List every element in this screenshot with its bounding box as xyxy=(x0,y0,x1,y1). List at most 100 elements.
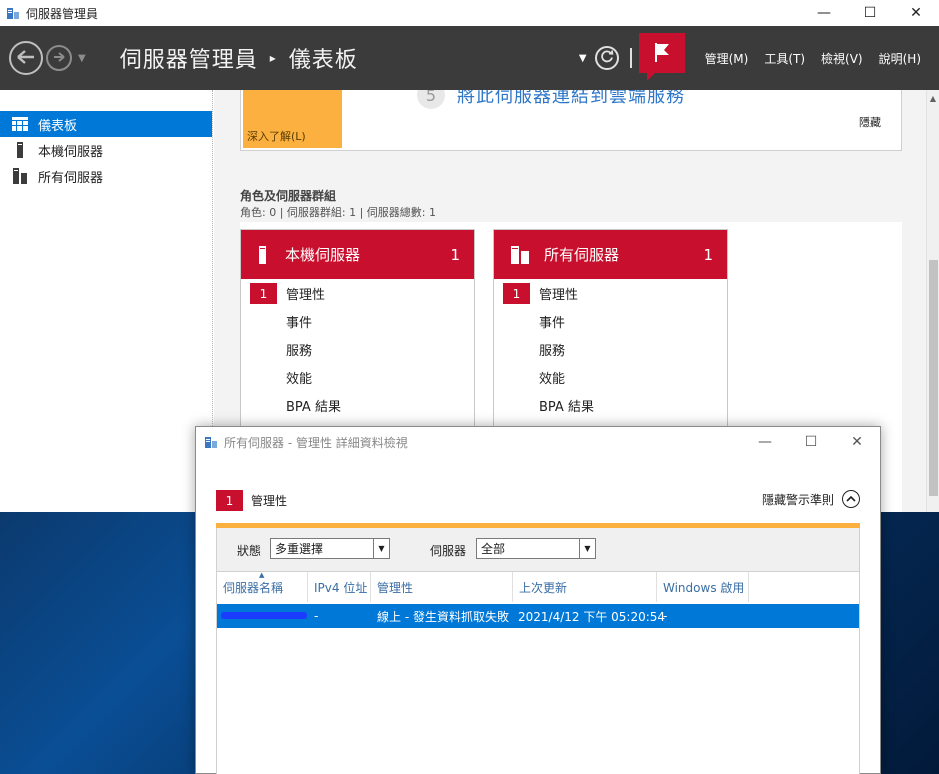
forward-button[interactable] xyxy=(46,45,72,71)
learn-more-tile[interactable]: 深入了解(L) xyxy=(243,90,342,148)
server-filter-select[interactable]: 全部 ▼ xyxy=(476,538,596,559)
window-title: 伺服器管理員 xyxy=(26,6,99,21)
chevron-up-icon[interactable] xyxy=(842,490,860,508)
redacted-server-name xyxy=(221,612,307,619)
dropdown-arrow-icon: ▼ xyxy=(373,539,389,558)
header-dropdown-icon[interactable]: ▼ xyxy=(579,53,587,64)
column-label: IPv4 位址 xyxy=(314,580,368,595)
status-filter-label: 狀態 xyxy=(237,544,262,558)
menu-view[interactable]: 檢視(V) xyxy=(821,50,863,67)
minimize-button[interactable]: — xyxy=(801,0,847,26)
status-filter-select[interactable]: 多重選擇 ▼ xyxy=(270,538,390,559)
alert-count-badge: 1 xyxy=(216,490,243,511)
sidebar: 儀表板 本機伺服器 所有伺服器 xyxy=(0,90,213,512)
card-row-services[interactable]: 服務 xyxy=(494,335,727,363)
server-icon xyxy=(12,142,28,158)
alert-count-badge: 1 xyxy=(250,283,277,304)
scrollbar-thumb[interactable] xyxy=(929,260,938,496)
table-row[interactable]: - 線上 - 發生資料抓取失敗 2021/4/12 下午 05:20:54 - xyxy=(217,604,859,628)
servers-icon xyxy=(12,168,28,184)
sidebar-item-local-server[interactable]: 本機伺服器 xyxy=(0,137,212,163)
column-header-windows-activation[interactable]: Windows 啟用 xyxy=(657,572,749,602)
flag-icon xyxy=(652,41,672,66)
cell-windows-activation: - xyxy=(663,609,668,623)
breadcrumb-separator-icon: ▸ xyxy=(269,51,277,65)
column-header-ipv4[interactable]: IPv4 位址 xyxy=(308,572,371,602)
column-label: 管理性 xyxy=(377,580,414,595)
filter-bar: 狀態 多重選擇 ▼ 伺服器 全部 ▼ xyxy=(216,528,860,571)
column-header-server-name[interactable]: ▲ 伺服器名稱 xyxy=(217,571,308,602)
menu-tools[interactable]: 工具(T) xyxy=(764,50,805,67)
hide-alert-criteria-toggle[interactable]: 隱藏警示準則 xyxy=(762,490,860,508)
cell-last-update: 2021/4/12 下午 05:20:54 xyxy=(518,609,666,624)
grid-header: ▲ 伺服器名稱 IPv4 位址 管理性 上次更新 Windows 啟用 xyxy=(217,571,859,602)
dialog-minimize-button[interactable]: — xyxy=(742,427,788,457)
notifications-button[interactable] xyxy=(638,33,685,81)
refresh-button[interactable] xyxy=(594,46,619,70)
roles-summary: 角色: 0 | 伺服器群組: 1 | 伺服器總數: 1 xyxy=(240,206,437,219)
column-label: 伺服器名稱 xyxy=(223,580,284,595)
card-title: 所有伺服器 xyxy=(544,246,620,264)
column-header-manageability[interactable]: 管理性 xyxy=(371,572,513,602)
dialog-maximize-button[interactable]: ☐ xyxy=(788,427,834,457)
welcome-tile: 深入了解(L) 5 將此伺服器連結到雲端服務 隱藏 xyxy=(240,90,902,151)
column-label: 上次更新 xyxy=(519,580,568,595)
connect-cloud-link[interactable]: 將此伺服器連結到雲端服務 xyxy=(457,90,685,108)
card-row-label: BPA 結果 xyxy=(539,399,594,415)
refresh-icon xyxy=(600,49,614,67)
back-button[interactable] xyxy=(9,41,43,75)
breadcrumb: 伺服器管理員 ▸ 儀表板 xyxy=(120,42,358,74)
all-servers-card[interactable]: 所有伺服器 1 1 管理性 事件 服務 效能 BPA 結果 xyxy=(493,229,728,429)
header-bar: ▼ 伺服器管理員 ▸ 儀表板 ▼ 管理(M) 工具(T) 檢視(V) 說明(H) xyxy=(0,26,939,90)
server-filter-value: 全部 xyxy=(481,542,506,556)
card-title: 本機伺服器 xyxy=(285,246,361,264)
roles-heading: 角色及伺服器群組 xyxy=(240,189,337,203)
scroll-up-icon[interactable]: ▲ xyxy=(927,90,939,107)
server-icon xyxy=(257,245,271,264)
card-row-events[interactable]: 事件 xyxy=(494,307,727,335)
column-header-last-update[interactable]: 上次更新 xyxy=(513,572,657,602)
card-row-performance[interactable]: 效能 xyxy=(494,363,727,391)
card-row-performance[interactable]: 效能 xyxy=(241,363,474,391)
arrow-left-icon xyxy=(17,49,35,68)
card-count: 1 xyxy=(450,245,460,264)
status-filter-value: 多重選擇 xyxy=(275,542,324,556)
dialog-heading: 1 管理性 xyxy=(216,490,287,511)
sidebar-item-label: 儀表板 xyxy=(38,118,78,134)
card-row-bpa[interactable]: BPA 結果 xyxy=(494,391,727,419)
history-dropdown-icon[interactable]: ▼ xyxy=(78,53,86,64)
breadcrumb-current: 儀表板 xyxy=(288,48,358,73)
maximize-button[interactable]: ☐ xyxy=(847,0,893,26)
card-count: 1 xyxy=(703,245,713,264)
cell-manageability: 線上 - 發生資料抓取失敗 xyxy=(377,609,509,624)
sidebar-item-label: 所有伺服器 xyxy=(38,170,104,186)
sort-ascending-icon: ▲ xyxy=(259,571,265,579)
breadcrumb-root[interactable]: 伺服器管理員 xyxy=(120,42,258,74)
card-row-label: 管理性 xyxy=(286,287,326,303)
alert-count-badge: 1 xyxy=(503,283,530,304)
dialog-close-button[interactable]: ✕ xyxy=(834,427,880,457)
step-number: 5 xyxy=(417,90,445,109)
card-row-events[interactable]: 事件 xyxy=(241,307,474,335)
local-server-card[interactable]: 本機伺服器 1 1 管理性 事件 服務 效能 BPA 結果 xyxy=(240,229,475,429)
dialog-title-bar: 所有伺服器 - 管理性 詳細資料檢視 — ☐ ✕ xyxy=(196,427,880,457)
sidebar-item-all-servers[interactable]: 所有伺服器 xyxy=(0,163,212,189)
card-row-label: 服務 xyxy=(286,343,313,359)
header-divider xyxy=(629,48,632,68)
card-row-label: 事件 xyxy=(286,315,313,331)
menu-help[interactable]: 說明(H) xyxy=(879,50,921,67)
learn-more-link[interactable]: 深入了解(L) xyxy=(247,128,306,144)
card-row-services[interactable]: 服務 xyxy=(241,335,474,363)
sidebar-item-dashboard[interactable]: 儀表板 xyxy=(0,111,212,137)
card-row-manageability[interactable]: 1 管理性 xyxy=(494,279,727,307)
card-row-bpa[interactable]: BPA 結果 xyxy=(241,391,474,419)
card-row-label: 事件 xyxy=(539,315,566,331)
title-bar: 伺服器管理員 — ☐ ✕ xyxy=(0,0,939,26)
card-header[interactable]: 本機伺服器 1 xyxy=(241,230,474,279)
menu-manage[interactable]: 管理(M) xyxy=(705,50,749,67)
card-row-manageability[interactable]: 1 管理性 xyxy=(241,279,474,307)
card-header[interactable]: 所有伺服器 1 xyxy=(494,230,727,279)
hide-welcome-link[interactable]: 隱藏 xyxy=(859,114,881,130)
close-button[interactable]: ✕ xyxy=(893,0,939,26)
vertical-scrollbar[interactable]: ▲ xyxy=(926,90,939,512)
